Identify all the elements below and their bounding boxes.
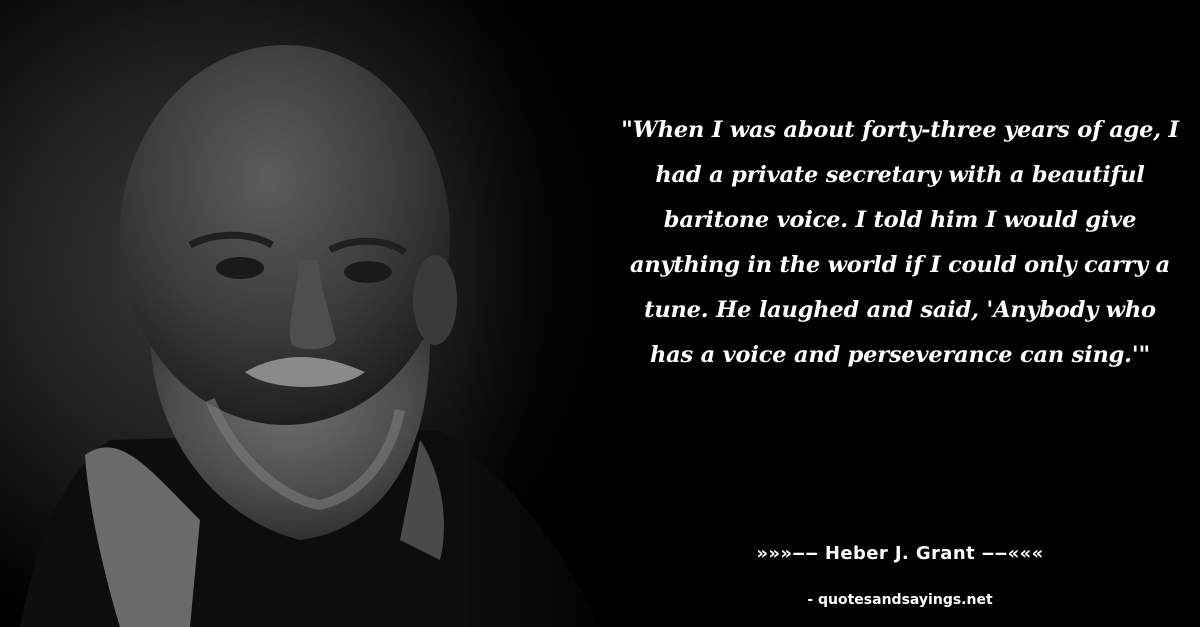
source-website: - quotesandsayings.net xyxy=(807,592,993,608)
quote-text: "When I was about forty-three years of a… xyxy=(621,117,1179,368)
quote-author: »»»‒‒ Heber J. Grant ‒‒««« xyxy=(756,543,1044,564)
quote-card: "When I was about forty-three years of a… xyxy=(0,0,1200,627)
author-portrait xyxy=(0,0,640,627)
